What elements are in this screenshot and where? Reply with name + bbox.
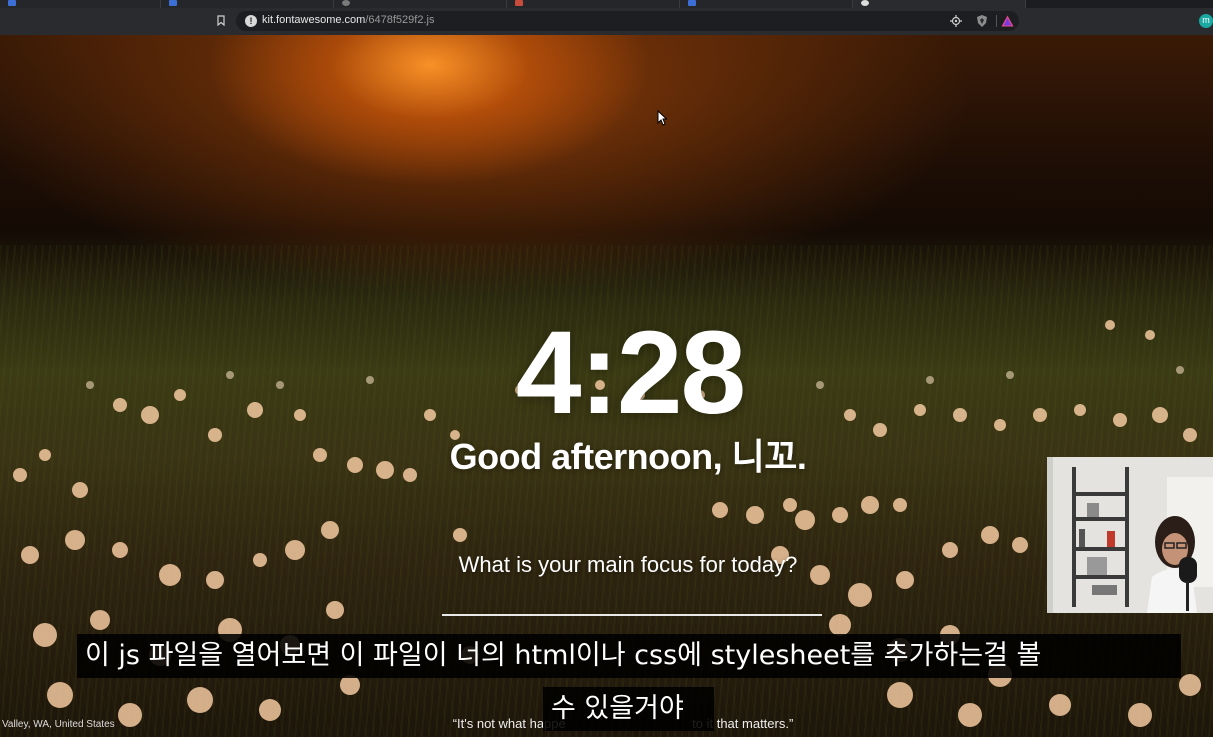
tab-favicon-icon: [515, 0, 523, 6]
tab-favicon-icon: [8, 0, 16, 6]
subtitle-line-1: 이 js 파일을 열어보면 이 파일이 너의 html이나 css에 style…: [77, 634, 1181, 678]
tab-active[interactable]: [853, 0, 1026, 8]
clock-time[interactable]: 4:28: [0, 305, 1213, 441]
focus-prompt: What is your main focus for today?: [458, 552, 798, 577]
tab[interactable]: [161, 0, 334, 8]
tab[interactable]: [680, 0, 853, 8]
info-icon[interactable]: !: [245, 15, 257, 27]
subtitle-line-2: 수 있을거야: [543, 687, 714, 731]
url-path: /6478f529f2.js: [365, 14, 435, 26]
tab-favicon-icon: [342, 0, 350, 6]
tab[interactable]: [334, 0, 507, 8]
bookmark-icon[interactable]: [217, 15, 225, 26]
tab-favicon-icon: [169, 0, 177, 6]
tab-favicon-icon: [861, 0, 869, 6]
cursor-icon: [657, 110, 667, 126]
focus-input[interactable]: [442, 584, 822, 616]
profile-icon[interactable]: m: [1199, 14, 1213, 28]
screen: ! kit.fontawesome.com/6478f529f2.js m 4:…: [0, 0, 1213, 737]
webcam-overlay: [1047, 457, 1213, 613]
address-bar[interactable]: ! kit.fontawesome.com/6478f529f2.js: [236, 11, 1019, 31]
greeting-text[interactable]: Good afternoon, 니꼬.: [0, 428, 1213, 480]
tab-favicon-icon: [688, 0, 696, 6]
brave-shield-icon[interactable]: [976, 14, 988, 28]
location-icon[interactable]: [950, 15, 962, 27]
webcam-person-image: [1047, 457, 1213, 613]
browser-toolbar: ! kit.fontawesome.com/6478f529f2.js m: [0, 8, 1213, 36]
tab[interactable]: [507, 0, 680, 8]
url-text[interactable]: kit.fontawesome.com/6478f529f2.js: [262, 14, 434, 26]
url-host: kit.fontawesome.com: [262, 14, 366, 26]
tab-strip: [0, 0, 1213, 8]
brave-rewards-icon[interactable]: [1001, 15, 1014, 27]
tab[interactable]: [0, 0, 161, 8]
toolbar-divider: [996, 15, 997, 27]
